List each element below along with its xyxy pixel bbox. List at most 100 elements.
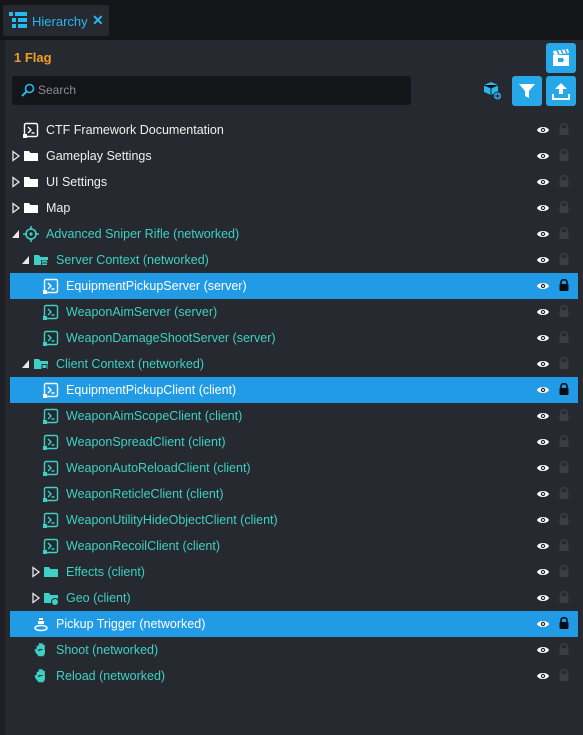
lock-icon[interactable]: [558, 616, 570, 635]
unlock-icon[interactable]: [558, 252, 570, 271]
unlock-icon[interactable]: [558, 356, 570, 375]
collapse-arrow-icon[interactable]: [11, 201, 21, 219]
visibility-eye-icon[interactable]: [536, 175, 550, 193]
visibility-eye-icon[interactable]: [536, 435, 550, 453]
filter-button[interactable]: [512, 76, 542, 106]
search-box[interactable]: [12, 76, 411, 105]
tree-row[interactable]: Reload (networked): [10, 663, 578, 689]
tree-row[interactable]: EquipmentPickupClient (client): [10, 377, 578, 403]
lock-icon[interactable]: [558, 382, 570, 401]
tree-row-label: UI Settings: [46, 175, 108, 189]
script-icon: [43, 486, 59, 507]
tree-row-label: WeaponAimScopeClient (client): [66, 409, 243, 423]
expand-arrow-icon[interactable]: [21, 357, 31, 375]
tree-row[interactable]: WeaponUtilityHideObjectClient (client): [10, 507, 578, 533]
unlock-icon[interactable]: [558, 174, 570, 193]
tree-row[interactable]: Map: [10, 195, 578, 221]
crosshair-icon: [23, 226, 39, 247]
unlock-icon[interactable]: [558, 564, 570, 583]
visibility-eye-icon[interactable]: [536, 149, 550, 167]
tree-row-label: CTF Framework Documentation: [46, 123, 224, 137]
upload-button[interactable]: [546, 76, 576, 106]
visibility-eye-icon[interactable]: [536, 123, 550, 141]
tree-row[interactable]: WeaponAimServer (server): [10, 299, 578, 325]
unlock-icon[interactable]: [558, 304, 570, 323]
tree-row[interactable]: Shoot (networked): [10, 637, 578, 663]
unlock-icon[interactable]: [558, 538, 570, 557]
tree-row[interactable]: WeaponAutoReloadClient (client): [10, 455, 578, 481]
tree-row[interactable]: WeaponReticleClient (client): [10, 481, 578, 507]
visibility-eye-icon[interactable]: [536, 357, 550, 375]
expand-arrow-icon[interactable]: [11, 227, 21, 245]
folder-icon: [43, 564, 59, 585]
tree-row[interactable]: Advanced Sniper Rifle (networked): [10, 221, 578, 247]
tree-row[interactable]: EquipmentPickupServer (server): [10, 273, 578, 299]
visibility-eye-icon[interactable]: [536, 461, 550, 479]
tree-row[interactable]: WeaponDamageShootServer (server): [10, 325, 578, 351]
visibility-eye-icon[interactable]: [536, 617, 550, 635]
tree-row[interactable]: CTF Framework Documentation: [10, 117, 578, 143]
visibility-eye-icon[interactable]: [536, 201, 550, 219]
tree-row[interactable]: Pickup Trigger (networked): [10, 611, 578, 637]
tab-bar: Hierarchy ✕: [0, 0, 583, 40]
expand-arrow-icon[interactable]: [21, 253, 31, 271]
visibility-eye-icon[interactable]: [536, 669, 550, 687]
visibility-eye-icon[interactable]: [536, 305, 550, 323]
tree-row[interactable]: WeaponSpreadClient (client): [10, 429, 578, 455]
collapse-arrow-icon[interactable]: [31, 591, 41, 609]
collapse-arrow-icon[interactable]: [31, 565, 41, 583]
visibility-eye-icon[interactable]: [536, 539, 550, 557]
visibility-eye-icon[interactable]: [536, 253, 550, 271]
visibility-eye-icon[interactable]: [536, 513, 550, 531]
geo-folder-icon: [43, 590, 59, 611]
unlock-icon[interactable]: [558, 512, 570, 531]
visibility-eye-icon[interactable]: [536, 565, 550, 583]
flag-count: 1 Flag: [14, 50, 52, 65]
tree-row[interactable]: Effects (client): [10, 559, 578, 585]
unlock-icon[interactable]: [558, 668, 570, 687]
clapper-button[interactable]: [546, 43, 576, 73]
prefab-button[interactable]: [483, 81, 503, 106]
unlock-icon[interactable]: [558, 148, 570, 167]
visibility-eye-icon[interactable]: [536, 331, 550, 349]
visibility-eye-icon[interactable]: [536, 409, 550, 427]
tab-title: Hierarchy: [32, 14, 88, 29]
unlock-icon[interactable]: [558, 122, 570, 141]
lock-icon[interactable]: [558, 278, 570, 297]
script-icon: [43, 382, 59, 403]
visibility-eye-icon[interactable]: [536, 227, 550, 245]
unlock-icon[interactable]: [558, 200, 570, 219]
unlock-icon[interactable]: [558, 226, 570, 245]
tree-row[interactable]: Geo (client): [10, 585, 578, 611]
close-icon[interactable]: ✕: [92, 12, 104, 29]
tab-hierarchy[interactable]: Hierarchy ✕: [3, 5, 109, 36]
tree-row-label: WeaponRecoilClient (client): [66, 539, 221, 553]
tree-row[interactable]: Client Context (networked): [10, 351, 578, 377]
collapse-arrow-icon[interactable]: [11, 149, 21, 167]
tree-row[interactable]: Gameplay Settings: [10, 143, 578, 169]
tree-row[interactable]: WeaponAimScopeClient (client): [10, 403, 578, 429]
ability-icon: [33, 668, 49, 689]
unlock-icon[interactable]: [558, 330, 570, 349]
tree-row[interactable]: WeaponRecoilClient (client): [10, 533, 578, 559]
unlock-icon[interactable]: [558, 486, 570, 505]
visibility-eye-icon[interactable]: [536, 591, 550, 609]
collapse-arrow-icon[interactable]: [11, 175, 21, 193]
tree-row-label: Gameplay Settings: [46, 149, 152, 163]
tree-row-label: WeaponReticleClient (client): [66, 487, 224, 501]
tree-row[interactable]: UI Settings: [10, 169, 578, 195]
search-input[interactable]: [38, 81, 398, 99]
unlock-icon[interactable]: [558, 642, 570, 661]
visibility-eye-icon[interactable]: [536, 643, 550, 661]
visibility-eye-icon[interactable]: [536, 487, 550, 505]
unlock-icon[interactable]: [558, 590, 570, 609]
unlock-icon[interactable]: [558, 408, 570, 427]
tree-row-label: Reload (networked): [56, 669, 166, 683]
tree-row[interactable]: Server Context (networked): [10, 247, 578, 273]
unlock-icon[interactable]: [558, 460, 570, 479]
tree-row-label: WeaponSpreadClient (client): [66, 435, 226, 449]
unlock-icon[interactable]: [558, 434, 570, 453]
visibility-eye-icon[interactable]: [536, 279, 550, 297]
search-icon: [21, 83, 35, 97]
visibility-eye-icon[interactable]: [536, 383, 550, 401]
